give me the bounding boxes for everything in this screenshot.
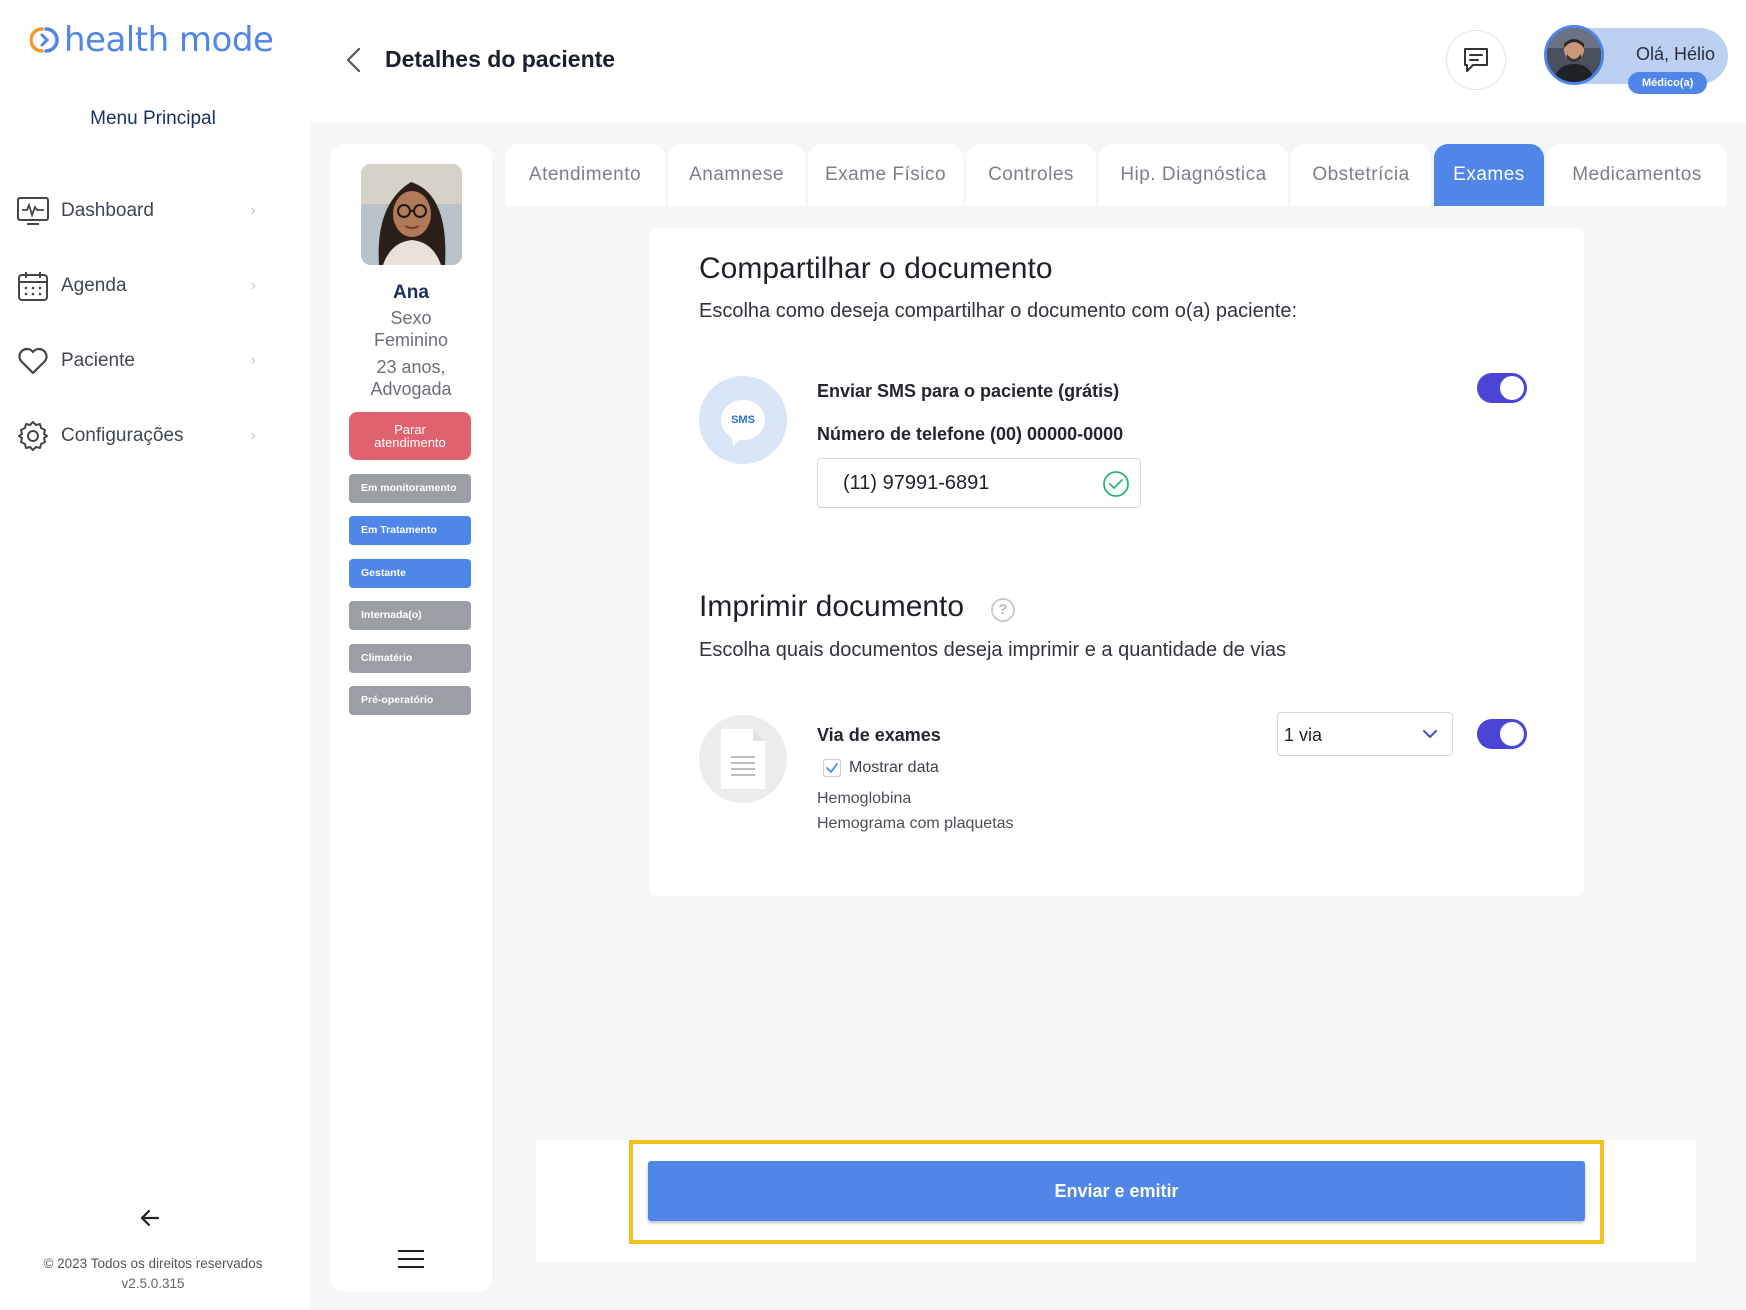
sidebar-item-label: Dashboard (61, 200, 154, 221)
tab-atendimento[interactable]: Atendimento (505, 144, 665, 206)
share-title: Compartilhar o documento (699, 252, 1053, 285)
patient-card: Ana Sexo Feminino 23 anos, Advogada Para… (330, 144, 492, 1292)
sidebar-item-label: Configurações (61, 425, 184, 446)
back-button[interactable] (334, 40, 374, 80)
document-icon (699, 715, 787, 803)
sidebar-item-label: Agenda (61, 275, 127, 296)
heart-icon (16, 344, 50, 378)
sms-toggle[interactable] (1477, 373, 1527, 403)
patient-photo (361, 164, 462, 265)
logo-icon (30, 27, 59, 53)
header: Detalhes do paciente Olá, Hélio Médico(a… (310, 0, 1746, 122)
print-subtitle: Escolha quais documentos deseja imprimir… (699, 639, 1287, 661)
sidebar-item-dashboard[interactable]: Dashboard › (16, 189, 256, 233)
help-icon[interactable]: ? (991, 598, 1015, 622)
arrow-left-icon[interactable] (138, 1205, 162, 1237)
sidebar-item-paciente[interactable]: Paciente › (16, 339, 256, 383)
share-document-card: Compartilhar o documento Escolha como de… (649, 228, 1584, 896)
avatar (1544, 25, 1604, 85)
logo[interactable]: health mode (30, 20, 274, 60)
exam-item: Hemoglobina (817, 790, 912, 807)
copies-value: 1 via (1284, 725, 1323, 745)
chevron-left-icon (346, 47, 361, 73)
tag-pre-operatorio[interactable]: Pré-operatório (349, 686, 471, 715)
copyright: © 2023 Todos os direitos reservados (43, 1256, 263, 1271)
sidebar-item-configuracoes[interactable]: Configurações › (16, 414, 256, 458)
chevron-right-icon: › (250, 277, 256, 294)
tab-medicamentos[interactable]: Medicamentos (1547, 144, 1727, 206)
tab-hip-diagnostica[interactable]: Hip. Diagnóstica (1099, 144, 1288, 206)
calendar-icon (16, 269, 50, 303)
patient-age: 23 anos, (376, 357, 446, 377)
copies-select[interactable]: 1 via (1277, 712, 1453, 756)
gear-icon (16, 419, 50, 453)
check-circle-icon (1103, 471, 1129, 497)
chevron-right-icon: › (250, 202, 256, 219)
tab-controles[interactable]: Controles (966, 144, 1096, 206)
chat-button[interactable] (1446, 30, 1506, 90)
sidebar: health mode Menu Principal Dashboard › A… (0, 0, 310, 1310)
show-date-checkbox[interactable] (823, 759, 841, 777)
sidebar-item-agenda[interactable]: Agenda › (16, 264, 256, 308)
menu-title: Menu Principal (90, 108, 216, 129)
chevron-right-icon: › (250, 427, 256, 444)
tag-internada[interactable]: Internada(o) (349, 601, 471, 630)
version: v2.5.0.315 (121, 1276, 185, 1291)
print-toggle[interactable] (1477, 719, 1527, 749)
patient-name: Ana (393, 282, 429, 303)
patient-sex-label: Sexo (390, 308, 432, 328)
sms-label: Enviar SMS para o paciente (grátis) (817, 381, 1120, 401)
page-title: Detalhes do paciente (385, 46, 616, 72)
user-role-badge: Médico(a) (1628, 72, 1708, 94)
patient-occupation: Advogada (370, 379, 452, 399)
chevron-right-icon: › (250, 352, 256, 369)
doc-label: Via de exames (817, 725, 941, 745)
tag-gestante[interactable]: Gestante (349, 559, 471, 588)
phone-input[interactable] (817, 458, 1141, 508)
menu-icon[interactable] (398, 1250, 424, 1270)
patient-sex-value: Feminino (373, 330, 449, 350)
exam-item: Hemograma com plaquetas (817, 815, 1014, 832)
user-menu[interactable]: Olá, Hélio Médico(a) (1544, 25, 1728, 94)
logo-text: health mode (64, 20, 274, 60)
tab-exame-fisico[interactable]: Exame Físico (808, 144, 963, 206)
tab-obstetricia[interactable]: Obstetrícia (1291, 144, 1431, 206)
tag-climaterio[interactable]: Climatério (349, 644, 471, 673)
tab-anamnese[interactable]: Anamnese (668, 144, 805, 206)
tab-bar: Atendimento Anamnese Exame Físico Contro… (505, 144, 1730, 206)
tag-em-monitoramento[interactable]: Em monitoramento (349, 474, 471, 503)
sms-icon: SMS (699, 376, 787, 464)
sidebar-item-label: Paciente (61, 350, 135, 371)
tab-exames[interactable]: Exames (1434, 144, 1544, 206)
print-title: Imprimir documento (699, 590, 965, 623)
chat-icon (1464, 48, 1488, 72)
stop-button-line2: atendimento (374, 435, 446, 450)
stop-attendance-button[interactable]: Parar atendimento (349, 412, 471, 460)
share-subtitle: Escolha como deseja compartilhar o docum… (699, 300, 1298, 322)
sms-badge: SMS (721, 400, 765, 440)
show-date-label: Mostrar data (849, 759, 939, 776)
submit-button[interactable]: Enviar e emitir (648, 1161, 1585, 1221)
tag-em-tratamento[interactable]: Em Tratamento (349, 516, 471, 545)
user-greeting: Olá, Hélio (1636, 44, 1716, 64)
chevron-down-icon (1423, 730, 1437, 738)
monitor-pulse-icon (16, 194, 50, 228)
phone-label: Número de telefone (00) 00000-0000 (817, 424, 1124, 444)
